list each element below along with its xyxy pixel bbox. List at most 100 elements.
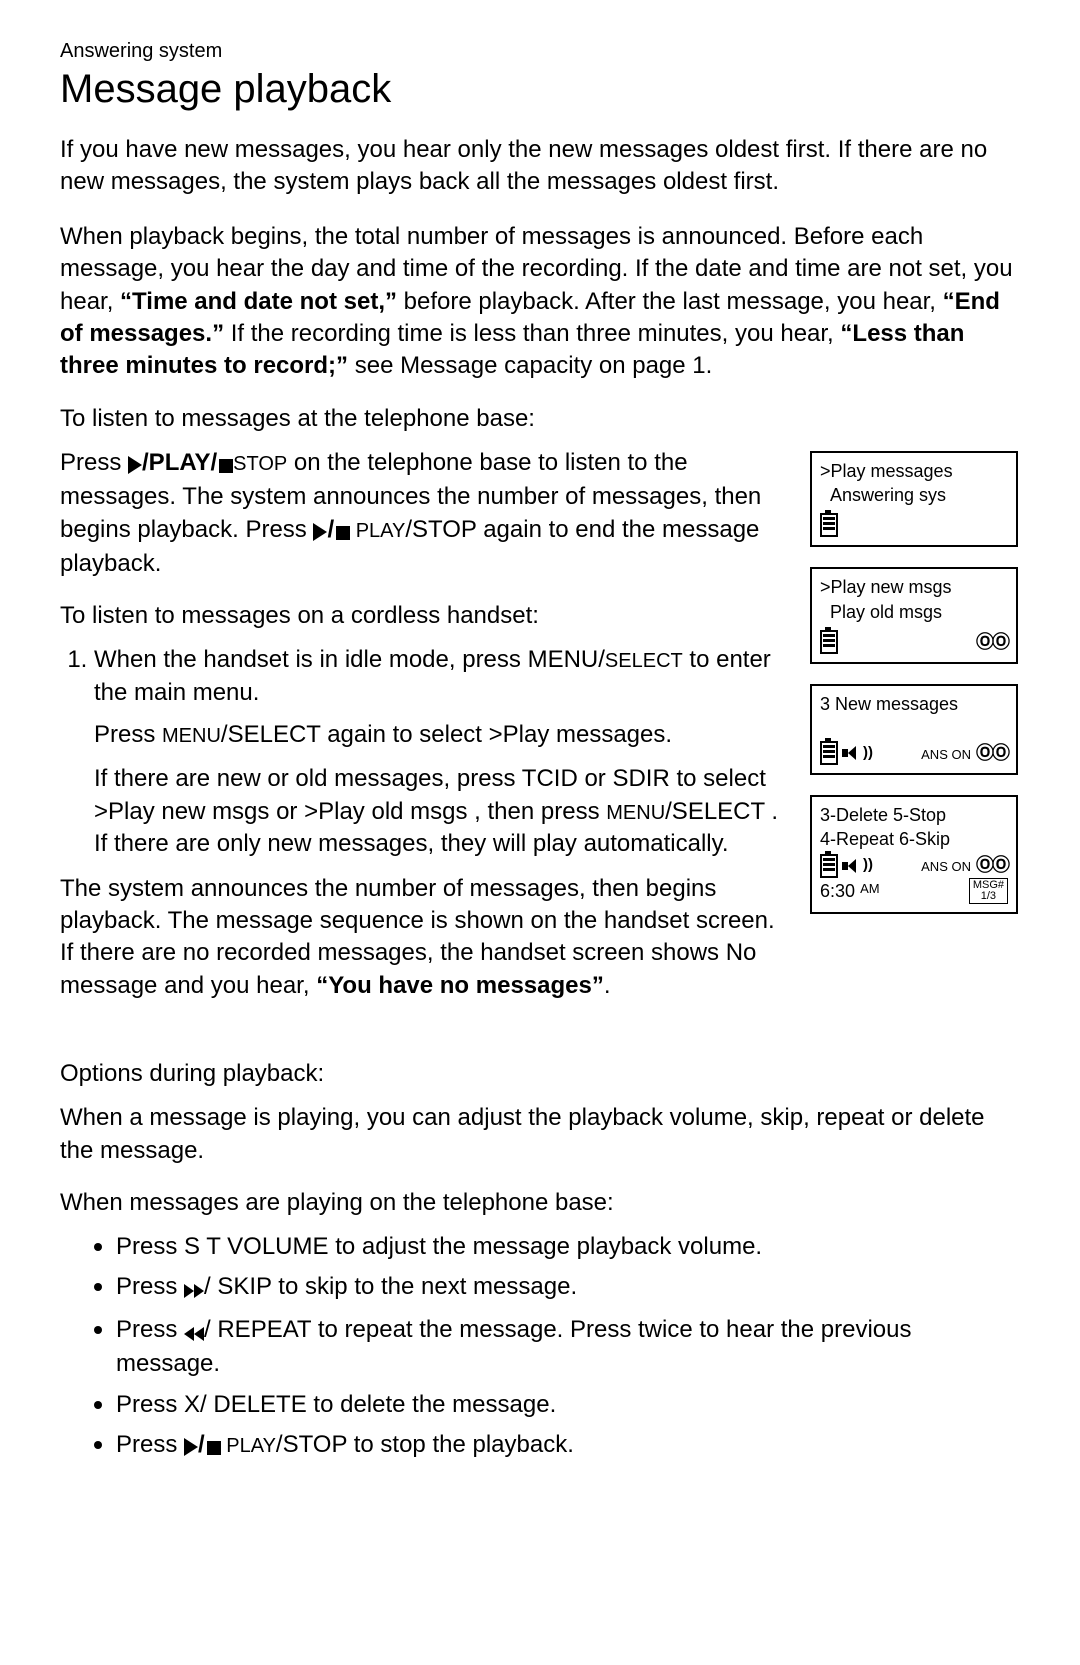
handset-steps: When the handset is in idle mode, press … bbox=[60, 644, 792, 709]
text: Press bbox=[116, 1273, 184, 1300]
key-play-label-small: PLAY bbox=[350, 520, 405, 542]
breadcrumb: Answering system bbox=[60, 40, 1020, 63]
text: Press bbox=[116, 1233, 184, 1260]
stop-icon bbox=[205, 1431, 221, 1463]
slash: / bbox=[327, 516, 334, 543]
text: see bbox=[355, 352, 400, 379]
play-icon bbox=[128, 449, 142, 481]
menu-play-new: >Play new msgs bbox=[94, 798, 269, 825]
ans-on-label: ANS ON bbox=[921, 859, 971, 874]
opt-delete: Press X/ DELETE to delete the message. bbox=[90, 1389, 1020, 1421]
key-tcid: TCID bbox=[522, 765, 578, 792]
tape-icon: ⓄⓄ bbox=[976, 630, 1008, 654]
intro-paragraph-1: If you have new messages, you hear only … bbox=[60, 134, 1020, 199]
msg-counter-box: MSG# 1/3 bbox=[969, 878, 1008, 904]
key-play-label-small: PLAY bbox=[221, 1435, 276, 1457]
text: or bbox=[584, 765, 612, 792]
text: . bbox=[604, 972, 611, 999]
key-skip: / SKIP bbox=[204, 1273, 272, 1300]
text: The system announces the number of messa… bbox=[60, 875, 775, 967]
text: and you hear, bbox=[164, 972, 316, 999]
options-paragraph: When a message is playing, you can adjus… bbox=[60, 1102, 1020, 1167]
rewind-icon bbox=[184, 1316, 204, 1348]
text: before playback. After the last message,… bbox=[404, 288, 943, 315]
page-title: Message playback bbox=[60, 67, 1020, 112]
opt-skip: Press / SKIP to skip to the next message… bbox=[90, 1271, 1020, 1305]
speaker-icon bbox=[842, 859, 858, 873]
lcd-line: 4-Repeat 6-Skip bbox=[820, 827, 1008, 851]
fast-forward-icon bbox=[184, 1273, 204, 1305]
lcd-ampm: AM bbox=[860, 881, 880, 896]
opt-stop: Press / PLAY/STOP to stop the playback. bbox=[90, 1429, 1020, 1463]
opt-volume: Press S T VOLUME to adjust the message p… bbox=[90, 1231, 1020, 1263]
lcd-play-messages: >Play messages Answering sys bbox=[810, 451, 1018, 548]
menu-play-old: >Play old msgs bbox=[304, 798, 467, 825]
text: Press bbox=[116, 1316, 184, 1343]
heading-playing-base: When messages are playing on the telepho… bbox=[60, 1189, 1020, 1217]
key-delete: X/ DELETE bbox=[184, 1391, 307, 1418]
lcd-play-new-old: >Play new msgs Play old msgs ⓄⓄ bbox=[810, 567, 1018, 664]
text: When the handset is in idle mode, press bbox=[94, 646, 528, 673]
stop-icon bbox=[334, 516, 350, 548]
base-instruction: Press /PLAY/STOP on the telephone base t… bbox=[60, 447, 792, 581]
menu-play-messages: >Play messages bbox=[489, 721, 666, 748]
sound-waves-icon: )) bbox=[863, 855, 873, 875]
lcd-time: 6:30 bbox=[820, 881, 855, 901]
text: on page 1. bbox=[599, 352, 712, 379]
ans-on-label: ANS ON bbox=[921, 747, 971, 762]
lcd-line: >Play new msgs bbox=[820, 575, 1008, 599]
text: , then press bbox=[474, 798, 606, 825]
msg-count: 1/3 bbox=[981, 891, 996, 902]
text: to adjust the message playback volume. bbox=[335, 1233, 762, 1260]
key-play-label: /PLAY/ bbox=[142, 449, 217, 476]
voice-prompt-time-not-set: “Time and date not set,” bbox=[120, 288, 397, 315]
key-stop-label: STOP bbox=[233, 453, 287, 475]
step-sub-1: Press MENU/SELECT again to select >Play … bbox=[94, 719, 792, 751]
manual-page: Answering system Message playback If you… bbox=[0, 0, 1080, 1665]
intro-paragraph-2: When playback begins, the total number o… bbox=[60, 221, 1020, 383]
key-sdir: SDIR bbox=[612, 765, 669, 792]
text: Press bbox=[116, 1431, 184, 1458]
key-menu: MENU/ bbox=[528, 646, 605, 673]
playback-options-list: Press S T VOLUME to adjust the message p… bbox=[60, 1231, 1020, 1463]
lcd-line: >Play messages bbox=[820, 459, 1008, 483]
key-stop-label-small: /STOP bbox=[276, 1431, 347, 1458]
play-icon bbox=[313, 516, 327, 548]
voice-prompt-no-messages: “You have no messages” bbox=[316, 972, 604, 999]
key-select: /SELECT bbox=[221, 721, 321, 748]
announce-paragraph: The system announces the number of messa… bbox=[60, 873, 792, 1003]
text: Press bbox=[116, 1391, 184, 1418]
lcd-line: Answering sys bbox=[820, 483, 1008, 507]
lcd-line: Play old msgs bbox=[820, 600, 1008, 624]
text: or bbox=[276, 798, 304, 825]
key-menu: MENU bbox=[162, 725, 221, 747]
text: If the recording time is less than three… bbox=[231, 320, 841, 347]
battery-icon bbox=[820, 741, 838, 765]
key-select: SELECT bbox=[605, 650, 683, 672]
text: to stop the playback. bbox=[354, 1431, 574, 1458]
text: to delete the message. bbox=[313, 1391, 556, 1418]
play-icon bbox=[184, 1431, 198, 1463]
step-1: When the handset is in idle mode, press … bbox=[94, 644, 792, 709]
key-repeat: / REPEAT bbox=[204, 1316, 311, 1343]
text: again to select bbox=[327, 721, 488, 748]
tape-icon: ⓄⓄ bbox=[976, 741, 1008, 765]
key-stop-label-small: /STOP bbox=[405, 516, 476, 543]
speaker-icon bbox=[842, 746, 858, 760]
slash: / bbox=[198, 1431, 205, 1458]
key-select: /SELECT bbox=[665, 798, 765, 825]
text: to skip to the next message. bbox=[278, 1273, 577, 1300]
battery-icon bbox=[820, 513, 838, 537]
tape-icon: ⓄⓄ bbox=[976, 853, 1008, 877]
text: If there are new or old messages, press bbox=[94, 765, 522, 792]
crossref-message-capacity: Message capacity bbox=[400, 352, 592, 379]
step-sub-2: If there are new or old messages, press … bbox=[94, 763, 792, 860]
lcd-line: 3 New messages bbox=[820, 692, 1008, 716]
stop-icon bbox=[217, 449, 233, 481]
heading-listen-base: To listen to messages at the telephone b… bbox=[60, 405, 1020, 433]
opt-repeat: Press / REPEAT to repeat the message. Pr… bbox=[90, 1314, 1020, 1381]
text: to select bbox=[676, 765, 765, 792]
battery-icon bbox=[820, 630, 838, 654]
heading-listen-handset: To listen to messages on a cordless hand… bbox=[60, 602, 792, 630]
text: Press bbox=[60, 449, 128, 476]
